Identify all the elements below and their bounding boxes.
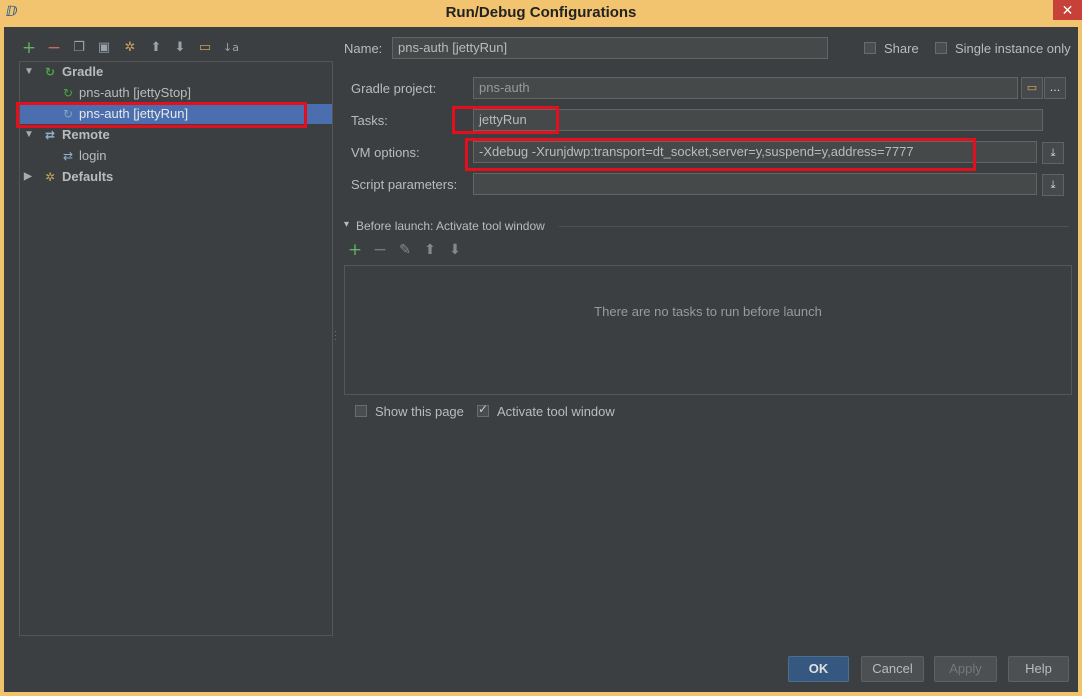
title-bar: ⅅ Run/Debug Configurations ✕ [0, 0, 1082, 27]
single-instance-label: Single instance only [955, 41, 1071, 56]
vm-options-field[interactable]: -Xdebug -Xrunjdwp:transport=dt_socket,se… [473, 141, 1037, 163]
add-task-icon[interactable]: + [347, 242, 363, 259]
before-launch-header[interactable]: Before launch: Activate tool window [356, 219, 545, 233]
sort-icon[interactable]: ↓a [222, 39, 240, 57]
tree-node-label: Remote [62, 127, 110, 142]
tree-node-gradle[interactable]: ▼ ↻ Gradle [24, 62, 324, 82]
gradle-project-label: Gradle project: [351, 81, 437, 96]
name-field[interactable]: pns-auth [jettyRun] [392, 37, 828, 59]
wrench-icon[interactable]: ✲ [121, 39, 139, 57]
apply-button[interactable]: Apply [934, 656, 997, 682]
tasks-label: Tasks: [351, 113, 388, 128]
script-parameters-field[interactable] [473, 173, 1037, 195]
tree-node-label: pns-auth [jettyRun] [79, 106, 189, 121]
tree-node-jetty-run[interactable]: ↻ pns-auth [jettyRun] [20, 104, 332, 124]
save-icon[interactable]: ▣ [95, 39, 113, 57]
move-up-icon[interactable]: ⬆ [147, 39, 165, 57]
tree-node-remote[interactable]: ▼ ⇄ Remote [24, 125, 324, 145]
add-icon[interactable]: + [20, 39, 38, 57]
show-page-checkbox[interactable] [355, 405, 367, 417]
tasks-field[interactable]: jettyRun [473, 109, 1043, 131]
expand-arrow-icon[interactable]: ▼ [24, 62, 36, 82]
window-title: Run/Debug Configurations [445, 4, 637, 21]
tree-node-defaults[interactable]: ▶ ✲ Defaults [24, 167, 324, 187]
remove-icon[interactable]: − [45, 39, 63, 57]
move-down-icon[interactable]: ⬇ [171, 39, 189, 57]
tree-node-jetty-stop[interactable]: ↻ pns-auth [jettyStop] [60, 83, 320, 103]
share-checkbox[interactable] [864, 42, 876, 54]
single-instance-checkbox[interactable] [935, 42, 947, 54]
before-launch-tasks-list[interactable]: There are no tasks to run before launch [344, 265, 1072, 395]
folder-icon[interactable]: ▭ [196, 39, 214, 57]
move-up-icon[interactable]: ⬆ [422, 242, 438, 258]
activate-tool-window-label: Activate tool window [497, 404, 615, 419]
copy-icon[interactable]: ❐ [70, 39, 88, 57]
tree-node-login[interactable]: ⇄ login [60, 146, 320, 166]
cancel-button[interactable]: Cancel [861, 656, 924, 682]
gradle-icon: ↻ [62, 86, 74, 100]
remote-icon: ⇄ [62, 149, 74, 163]
remove-task-icon[interactable]: − [372, 242, 388, 259]
folder-icon[interactable]: ▭ [1021, 77, 1043, 99]
expand-field-icon[interactable]: ⤓ [1042, 174, 1064, 196]
splitter-handle[interactable]: · · · [334, 327, 337, 344]
close-window-button[interactable]: ✕ [1053, 0, 1082, 20]
expand-arrow-icon[interactable]: ▼ [24, 125, 36, 145]
share-label: Share [884, 41, 919, 56]
empty-tasks-message: There are no tasks to run before launch [594, 304, 822, 319]
activate-tool-window-checkbox[interactable] [477, 402, 489, 417]
edit-task-icon[interactable]: ✎ [397, 242, 413, 258]
wrench-icon: ✲ [44, 170, 56, 184]
separator-line [559, 226, 1069, 227]
help-button[interactable]: Help [1008, 656, 1069, 682]
gradle-icon: ↻ [44, 65, 56, 79]
tree-node-label: login [79, 148, 107, 163]
ok-button[interactable]: OK [788, 656, 849, 682]
expand-arrow-icon[interactable]: ▶ [24, 167, 36, 187]
dialog-body: + − ❐ ▣ ✲ ⬆ ⬇ ▭ ↓a ▼ ↻ Gradle ↻ pns-auth… [4, 27, 1078, 692]
tree-node-label: Gradle [62, 64, 104, 79]
tree-node-label: Defaults [62, 169, 114, 184]
gradle-project-field[interactable]: pns-auth [473, 77, 1018, 99]
gradle-icon: ↻ [62, 107, 74, 121]
browse-button[interactable]: ... [1044, 77, 1066, 99]
tree-node-label: pns-auth [jettyStop] [79, 85, 192, 100]
remote-icon: ⇄ [44, 128, 56, 142]
collapse-arrow-icon[interactable]: ▾ [344, 219, 349, 230]
move-down-icon[interactable]: ⬇ [447, 242, 463, 258]
configurations-tree[interactable]: ▼ ↻ Gradle ↻ pns-auth [jettyStop] ↻ pns-… [19, 61, 333, 636]
expand-field-icon[interactable]: ⤓ [1042, 142, 1064, 164]
name-label: Name: [344, 41, 383, 56]
vm-options-label: VM options: [351, 145, 420, 160]
script-parameters-label: Script parameters: [351, 177, 458, 192]
show-page-label: Show this page [375, 404, 464, 419]
